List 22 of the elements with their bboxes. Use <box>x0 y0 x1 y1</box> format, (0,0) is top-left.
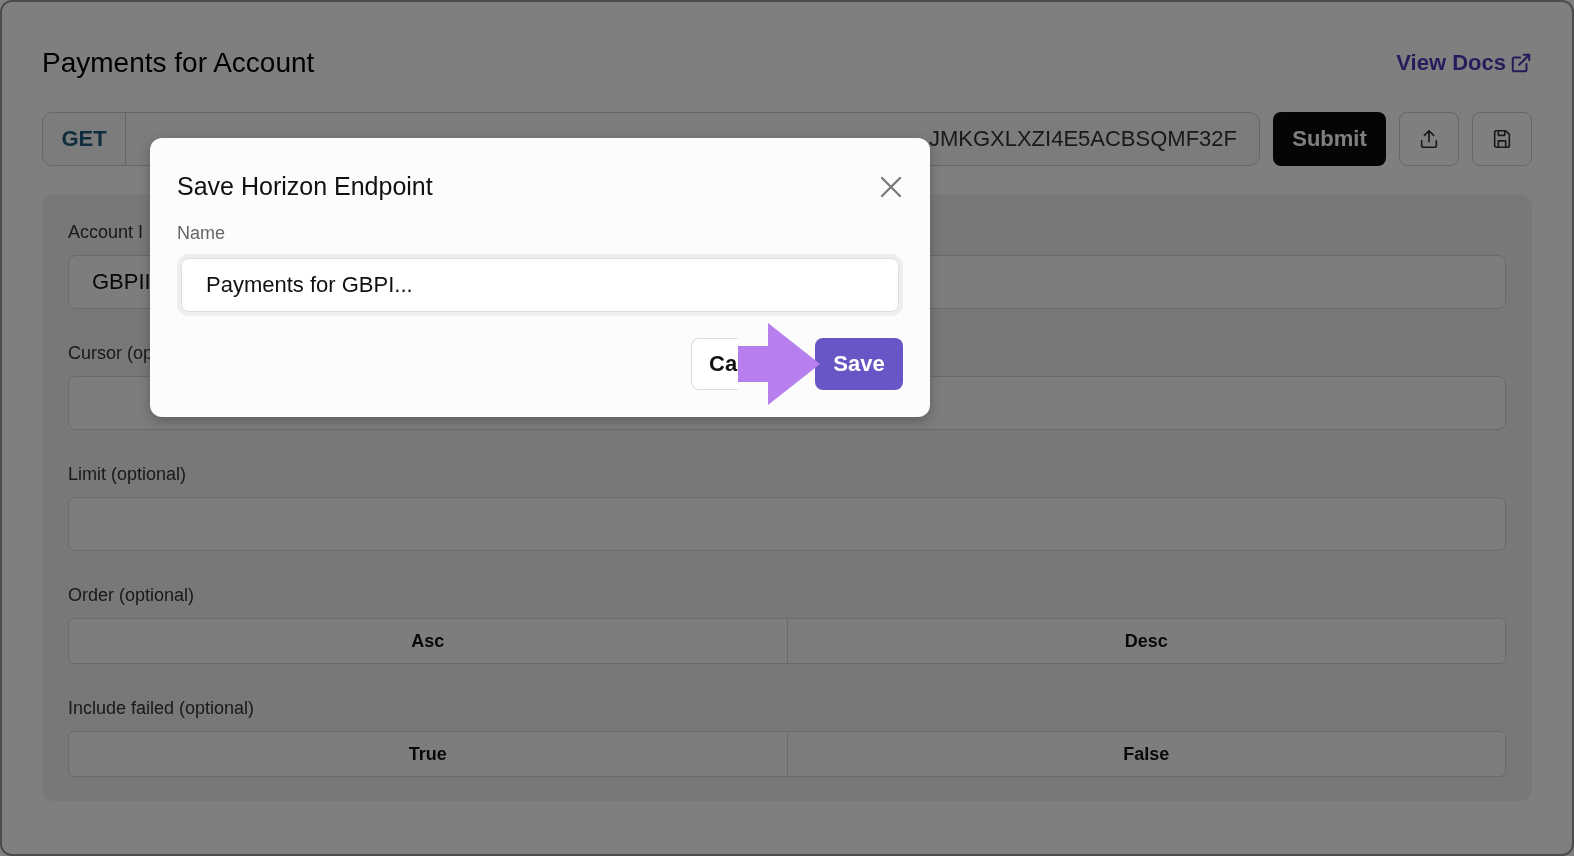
close-icon <box>879 174 903 199</box>
share-button[interactable] <box>1399 112 1459 166</box>
field-label: Limit (optional) <box>68 464 187 485</box>
option-button[interactable]: True <box>69 732 787 776</box>
page-title: Payments for Account <box>42 47 315 79</box>
external-link-icon <box>1510 52 1532 74</box>
dialog-title: Save Horizon Endpoint <box>177 172 433 201</box>
save-button[interactable]: Save <box>815 338 903 390</box>
save-icon-button[interactable] <box>1472 112 1532 166</box>
close-button[interactable] <box>879 174 903 199</box>
field-label: Order (optional) <box>68 585 195 606</box>
field-label: Name <box>177 223 226 244</box>
name-field[interactable]: Payments for GBPI... <box>181 258 899 312</box>
cancel-button[interactable]: Ca <box>691 338 738 390</box>
field-label: Include failed (optional) <box>68 698 255 719</box>
option-button[interactable]: Asc <box>69 619 787 663</box>
field-label: Account I <box>68 222 144 243</box>
option-button[interactable]: Desc <box>786 619 1505 663</box>
submit-button[interactable]: Submit <box>1273 112 1386 166</box>
view-docs-link[interactable]: View Docs <box>1396 50 1532 76</box>
upload-icon <box>1418 128 1440 150</box>
option-button[interactable]: False <box>786 732 1505 776</box>
